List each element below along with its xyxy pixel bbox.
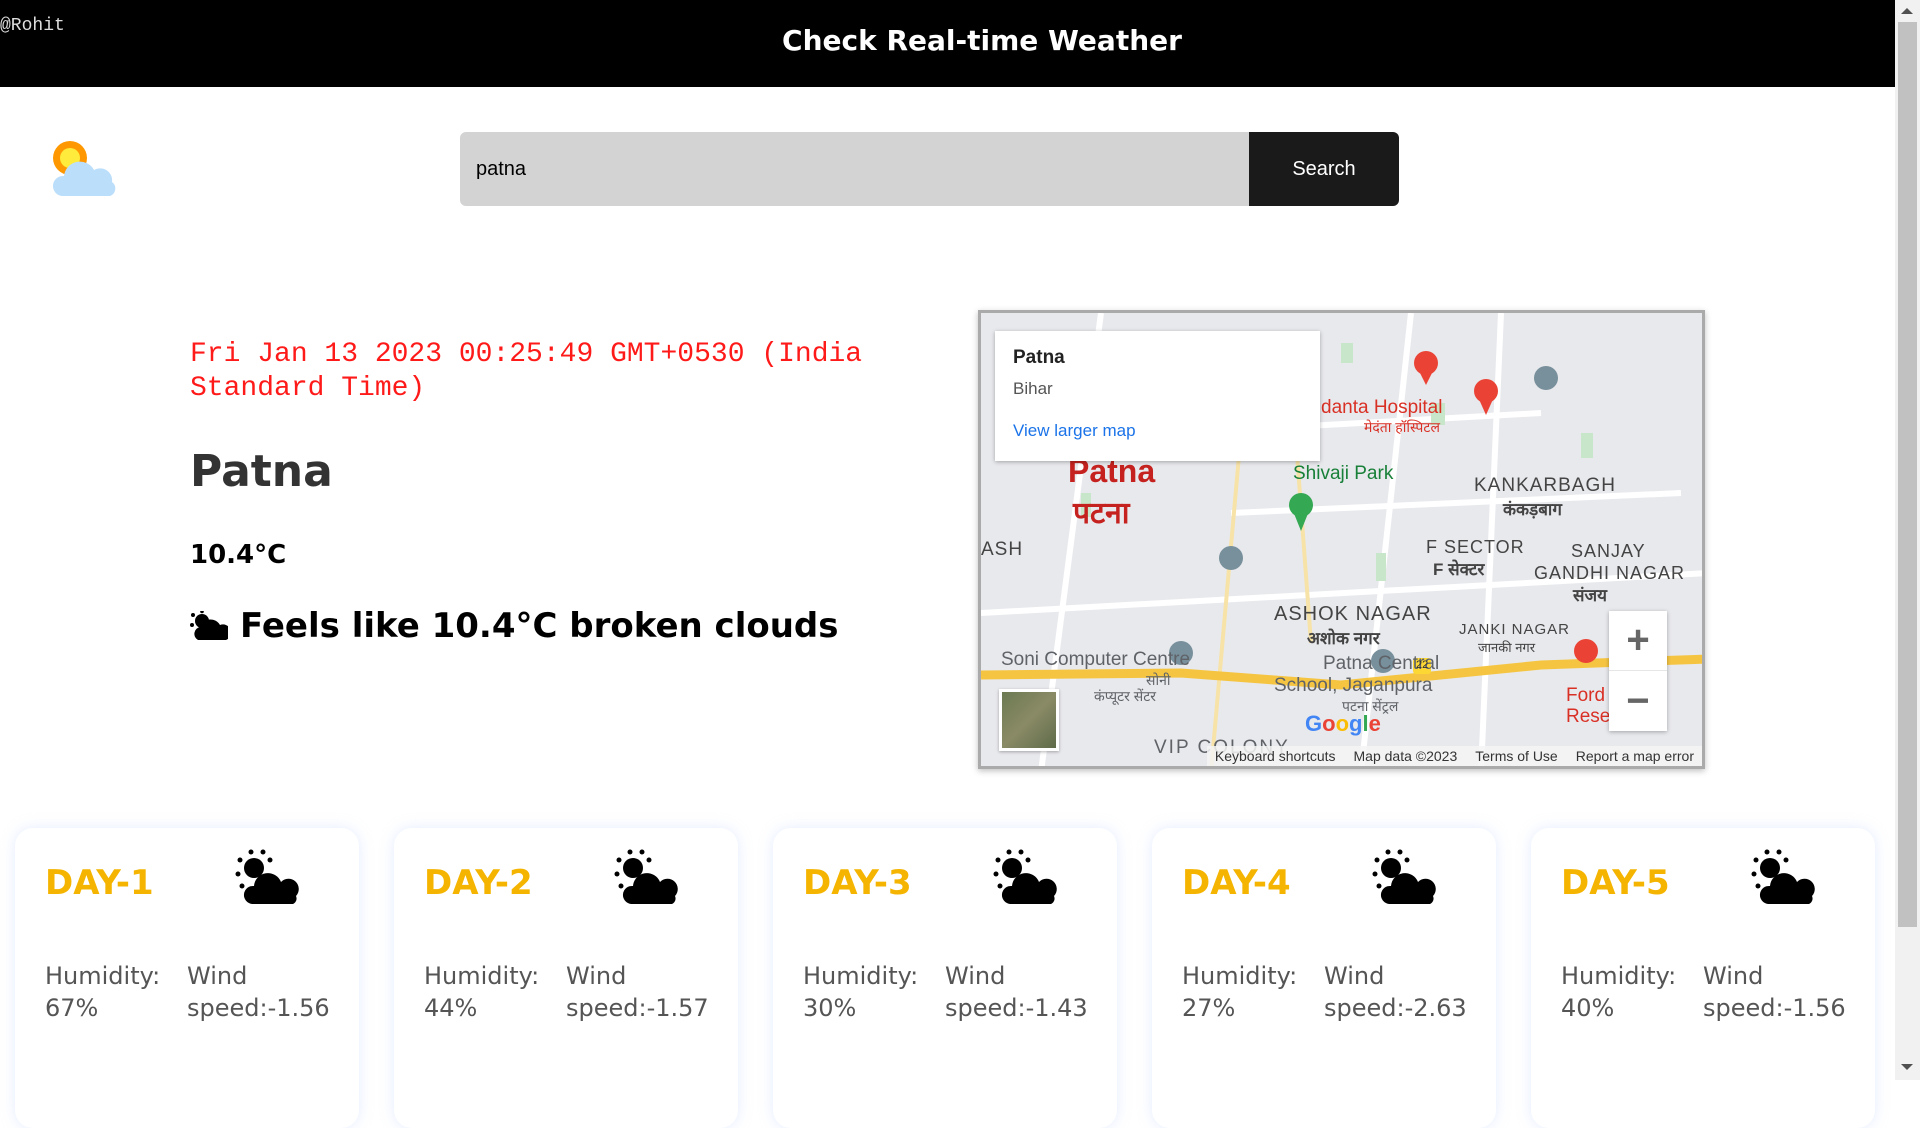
weather-logo-icon xyxy=(52,141,116,196)
feels-like-text: Feels like 10.4°C broken clouds xyxy=(240,606,839,646)
forecast-card: DAY-1 Humidity: 67% Wind speed:-1.56 xyxy=(15,828,359,1128)
forecast-wind: Wind speed:-2.63 xyxy=(1324,962,1467,1022)
forecast-card: DAY-3 Humidity: 30% Wind speed:-1.43 xyxy=(773,828,1117,1128)
cloud-sun-icon xyxy=(190,611,228,640)
map-data-text: Map data ©2023 xyxy=(1353,748,1458,764)
page-title: Check Real-time Weather xyxy=(782,24,1182,57)
satellite-toggle[interactable] xyxy=(999,689,1059,751)
map-label-city-hi: पटना xyxy=(1073,497,1130,530)
forecast-wind: Wind speed:-1.57 xyxy=(566,962,709,1022)
map-info-card: Patna Bihar View larger map xyxy=(995,331,1320,461)
map-info-region: Bihar xyxy=(1013,379,1053,398)
map-label-fsector-hi: F सेक्टर xyxy=(1433,560,1485,579)
scroll-down-arrow-icon[interactable] xyxy=(1901,1064,1913,1070)
hospital-marker-icon xyxy=(1574,639,1598,663)
cloud-sun-icon xyxy=(1372,849,1436,904)
map-label-kankarbagh: KANKARBAGH xyxy=(1474,475,1616,496)
scroll-up-arrow-icon[interactable] xyxy=(1901,8,1913,14)
map-label-ashok-nagar-hi: अशोक नगर xyxy=(1307,629,1380,648)
temperature: 10.4°C xyxy=(190,540,287,570)
map-label-ashok-nagar: ASHOK NAGAR xyxy=(1274,603,1432,625)
forecast-day: DAY-5 xyxy=(1561,863,1670,903)
map-label-ash: ASH xyxy=(981,539,1024,560)
map-label-soni: Soni Computer Centre xyxy=(1001,649,1191,670)
scrollbar-thumb[interactable] xyxy=(1898,22,1917,927)
city-search-input[interactable] xyxy=(460,132,1250,206)
forecast-humidity: Humidity: 67% xyxy=(45,962,161,1022)
map-label-sanjay-hi: संजय xyxy=(1573,586,1607,605)
search-button[interactable]: Search xyxy=(1249,132,1399,206)
google-logo: Google xyxy=(1305,711,1381,736)
map-label-sanjay: SANJAY xyxy=(1571,541,1646,561)
map-label-soni-hi2: कंप्यूटर सेंटर xyxy=(1094,688,1157,704)
map-label-kankarbagh-hi: कंकड़बाग xyxy=(1503,500,1562,519)
cloud-sun-icon xyxy=(614,849,678,904)
page-scrollbar[interactable] xyxy=(1895,0,1920,1080)
forecast-day: DAY-3 xyxy=(803,863,912,903)
map-label-gandhi-nagar: GANDHI NAGAR xyxy=(1534,563,1686,583)
forecast-wind: Wind speed:-1.56 xyxy=(187,962,330,1022)
map-attribution: Keyboard shortcuts Map data ©2023 Terms … xyxy=(1206,746,1702,766)
cloud-sun-icon xyxy=(235,849,299,904)
cloud-sun-icon xyxy=(1751,849,1815,904)
forecast-humidity: Humidity: 30% xyxy=(803,962,919,1022)
map-label-janki-nagar: JANKI NAGAR xyxy=(1459,621,1571,638)
header-bar: @Rohit Check Real-time Weather xyxy=(0,0,1895,87)
forecast-card: DAY-2 Humidity: 44% Wind speed:-1.57 xyxy=(394,828,738,1128)
forecast-day: DAY-4 xyxy=(1182,863,1291,903)
road-number: 22 xyxy=(1416,659,1429,671)
forecast-humidity: Humidity: 44% xyxy=(424,962,540,1022)
map-embed[interactable]: Patna पटना danta Hospital मेदंता हॉस्पिट… xyxy=(978,310,1705,769)
forecast-card: DAY-5 Humidity: 40% Wind speed:-1.56 xyxy=(1531,828,1875,1128)
forecast-wind: Wind speed:-1.56 xyxy=(1703,962,1846,1022)
map-label-park: Shivaji Park xyxy=(1293,463,1394,484)
forecast-humidity: Humidity: 27% xyxy=(1182,962,1298,1022)
keyboard-shortcuts-link[interactable]: Keyboard shortcuts xyxy=(1215,748,1336,764)
forecast-wind: Wind speed:-1.43 xyxy=(945,962,1088,1022)
map-label-janki-nagar-hi: जानकी नगर xyxy=(1478,640,1536,655)
map-label-school-2: School, Jaganpura xyxy=(1274,675,1433,696)
forecast-humidity: Humidity: 40% xyxy=(1561,962,1677,1022)
feels-like: Feels like 10.4°C broken clouds xyxy=(190,606,839,646)
map-zoom-control: + − xyxy=(1609,611,1667,731)
city-name: Patna xyxy=(190,446,333,497)
map-info-name: Patna xyxy=(1013,347,1065,368)
current-datetime: Fri Jan 13 2023 00:25:49 GMT+0530 (India… xyxy=(190,339,863,404)
map-label-fsector: F SECTOR xyxy=(1426,537,1525,557)
zoom-in-button[interactable]: + xyxy=(1609,611,1667,671)
view-larger-map-link[interactable]: View larger map xyxy=(1013,421,1302,441)
terms-of-use-link[interactable]: Terms of Use xyxy=(1475,748,1557,764)
report-map-error-link[interactable]: Report a map error xyxy=(1576,748,1694,764)
forecast-card: DAY-4 Humidity: 27% Wind speed:-2.63 xyxy=(1152,828,1496,1128)
forecast-day: DAY-1 xyxy=(45,863,154,903)
forecast-day: DAY-2 xyxy=(424,863,533,903)
zoom-out-button[interactable]: − xyxy=(1609,671,1667,731)
map-label-hospital-hi: मेदंता हॉस्पिटल xyxy=(1364,419,1440,435)
cloud-sun-icon xyxy=(993,849,1057,904)
map-label-hospital: danta Hospital xyxy=(1321,397,1443,418)
